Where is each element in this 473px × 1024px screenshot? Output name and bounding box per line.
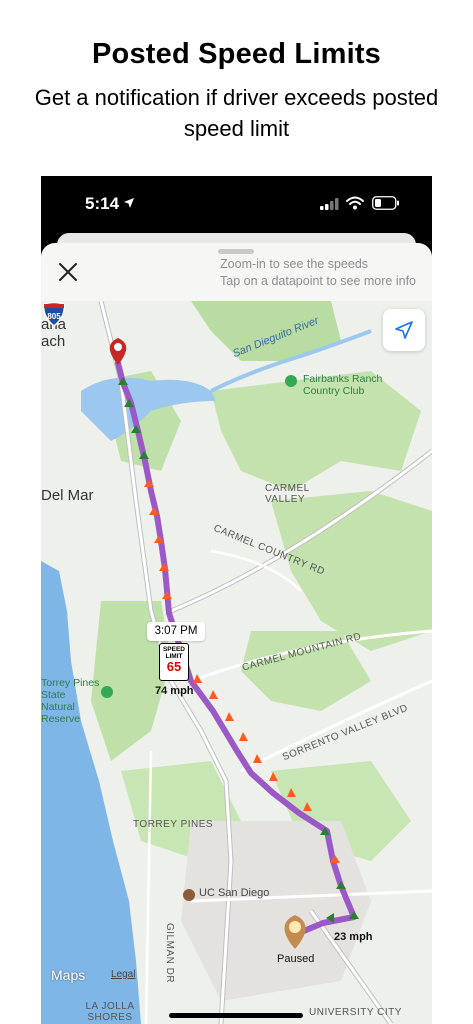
speed-limit-sign[interactable]: SPEED LIMIT 65 [159, 643, 189, 681]
route-map[interactable]: ana ach Del Mar San Dieguito River Fairb… [41, 301, 432, 1024]
place-label: Torrey Pines State Natural Reserve [41, 677, 100, 725]
speed-limit-title: SPEED LIMIT [162, 646, 186, 660]
place-label: UNIVERSITY CITY [309, 1007, 402, 1018]
status-time: 5:14 [85, 194, 120, 213]
route-sheet: Zoom-in to see the speeds Tap on a datap… [41, 243, 432, 1024]
university-marker[interactable] [183, 889, 195, 901]
place-label: Del Mar [41, 487, 94, 504]
sheet-grabber[interactable] [218, 249, 254, 254]
place-label: CARMEL VALLEY [265, 483, 310, 505]
headline: Posted Speed Limits [91, 38, 382, 70]
urban-area [181, 821, 371, 1001]
golf-marker[interactable] [285, 375, 297, 387]
place-label: Fairbanks Ranch Country Club [303, 373, 383, 397]
interstate-shield-icon: 805 [42, 301, 66, 327]
maps-logo: Maps [51, 967, 86, 983]
interstate-number: 805 [47, 312, 61, 321]
subheadline: Get a notification if driver exceeds pos… [34, 85, 439, 141]
place-label: ach [41, 333, 66, 350]
place-label: LA JOLLA SHORES [85, 1001, 135, 1023]
place-label: TORREY PINES [133, 819, 214, 830]
map-hint: Zoom-in to see the speeds Tap on a datap… [220, 256, 416, 290]
speed-limit-value: 65 [166, 659, 182, 674]
phone-screen: 5:14 Zoom-in to see the speeds Tap on a … [41, 176, 432, 1024]
close-icon[interactable] [55, 259, 81, 285]
wifi-icon [346, 196, 364, 210]
home-indicator[interactable] [169, 1013, 303, 1018]
location-arrow-icon [395, 321, 413, 339]
speed-reading: 23 mph [334, 931, 373, 943]
paused-label: Paused [277, 953, 315, 965]
park-marker[interactable] [101, 686, 113, 698]
time-callout[interactable]: 3:07 PM [147, 622, 205, 641]
battery-icon [372, 196, 399, 210]
place-label: UC San Diego [199, 887, 270, 899]
cellular-signal-icon [320, 198, 339, 210]
location-arrow-icon [124, 198, 134, 208]
status-bar: 5:14 [41, 176, 432, 236]
speed-reading: 74 mph [155, 685, 194, 697]
legal-link[interactable]: Legal [111, 969, 135, 980]
locate-button[interactable] [383, 309, 425, 351]
map-canvas [41, 301, 432, 1024]
road-label: GILMAN DR [164, 923, 175, 984]
hint-tap: Tap on a datapoint to see more info [220, 274, 416, 288]
hint-zoom: Zoom-in to see the speeds [220, 257, 369, 271]
